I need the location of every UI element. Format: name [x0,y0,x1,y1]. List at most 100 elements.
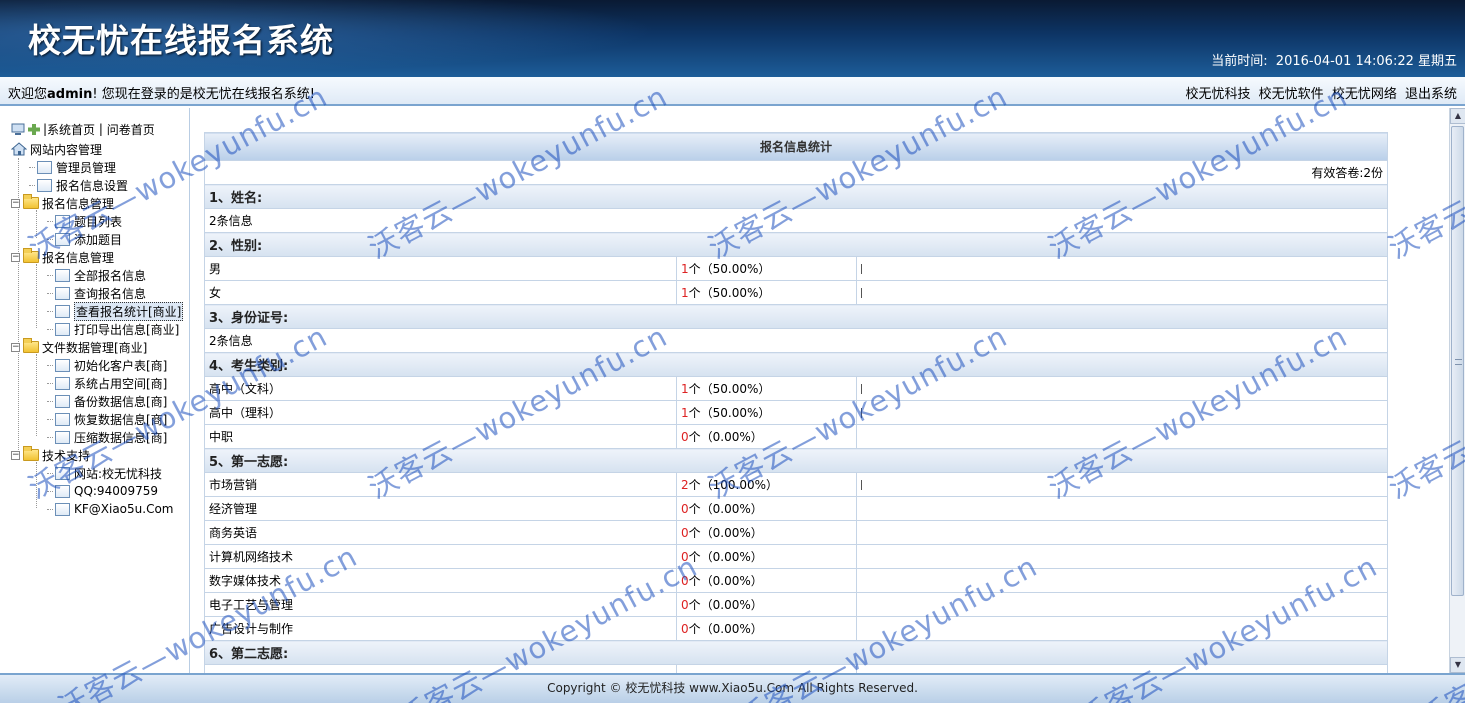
question-heading: 4、考生类别: [203,352,1389,377]
option-label: 市场营销 [204,472,677,497]
sidebar-item[interactable]: 系统占用空间[商] [47,374,167,392]
sidebar-item[interactable]: − 报名信息管理 [11,248,114,266]
tree-branch [47,328,53,330]
sidebar-item-label: 全部报名信息 [74,268,147,283]
collapse-toggle-icon[interactable]: − [11,252,20,262]
sidebar-item[interactable]: 压缩数据信息[商] [47,428,167,446]
tree-branch [47,490,53,492]
tree-line [36,462,37,508]
page-icon [55,322,70,336]
link-software[interactable]: 校无忧软件 [1259,87,1324,102]
sidebar-item-label: QQ:94009759 [74,484,159,498]
page-icon [55,430,70,444]
scroll-thumb[interactable] [1451,126,1464,596]
question-heading: 3、身份证号: [203,304,1389,329]
count-number: 0 [681,430,689,444]
percent-bar-cell [855,592,1389,617]
tree-line [36,354,37,436]
sidebar-item[interactable]: 网站内容管理 [11,140,102,158]
sidebar-item[interactable]: KF@Xiao5u.Com [47,500,174,518]
tree-branch [47,364,53,366]
count-percent: 个（0.00%） [688,526,763,540]
percent-bar-cell [855,496,1389,521]
option-label: 数字媒体技术 [204,568,677,593]
page-icon [55,286,70,300]
scroll-down-button[interactable]: ▼ [1450,657,1465,673]
welcome-prefix: 欢迎您 [8,87,48,102]
link-company[interactable]: 校无忧科技 [1186,87,1251,102]
tree-line [36,210,37,238]
collapse-toggle-icon[interactable]: − [11,198,20,208]
sidebar-item-label: KF@Xiao5u.Com [74,502,174,516]
tree-branch [47,382,53,384]
sidebar-item[interactable]: 打印导出信息[商业] [47,320,179,338]
vertical-scrollbar[interactable]: ▲ ▼ [1449,108,1465,673]
option-count: 0个（0.00%） [676,592,857,617]
count-percent: 个（50.00%） [688,286,771,300]
folder-icon [23,446,39,461]
count-number: 1 [681,406,689,420]
percent-bar-cell [855,472,1389,497]
table-row: 广告设计与制作 0个（0.00%） [204,616,1389,641]
sidebar-item[interactable]: 查询报名信息 [47,284,146,302]
sidebar-item[interactable]: 恢复数据信息[商] [47,410,167,428]
collapse-toggle-icon[interactable]: − [11,450,20,460]
percent-bar-cell [855,256,1389,281]
sidebar-item-label: 报名信息设置 [56,178,129,193]
app-title: 校无忧在线报名系统 [28,21,334,60]
sidebar-item[interactable]: − 报名信息管理 [11,194,114,212]
computer-icon [11,123,25,135]
page-icon [55,466,70,480]
tree-branch [47,400,53,402]
text-answer-count: 2条信息 [203,328,1389,353]
sidebar-item[interactable]: QQ:94009759 [47,482,158,500]
sidebar-item[interactable]: 网站:校无忧科技 [47,464,162,482]
count-percent: 个（100.00%） [688,478,779,492]
option-label: 高中（理科） [204,400,677,425]
welcome-message: 欢迎您admin! 您现在登录的是校无忧在线报名系统! [8,83,315,102]
link-system-home[interactable]: 系统首页 [47,121,95,138]
app-header: 校无忧在线报名系统 当前时间: 2016-04-01 14:06:22 星期五 [0,0,1465,77]
question-heading-row: 3、身份证号: [203,304,1389,329]
logout-link[interactable]: 退出系统 [1405,87,1457,102]
sidebar-item-label: 网站内容管理 [30,142,103,157]
empty-cell [855,664,1389,673]
sidebar-item[interactable]: 备份数据信息[商] [47,392,167,410]
table-row: 中职 0个（0.00%） [204,424,1389,449]
tree-branch [47,274,53,276]
count-percent: 个（50.00%） [688,262,771,276]
page-icon [37,160,52,174]
home-icon [11,142,27,156]
page-icon [55,394,70,408]
footer: Copyright © 校无忧科技 www.Xiao5u.Com All Rig… [0,673,1465,703]
folder-icon [23,338,39,353]
sidebar-item[interactable]: 报名信息设置 [29,176,128,194]
option-label: 经济管理 [204,496,677,521]
sidebar-item[interactable]: 全部报名信息 [47,266,146,284]
sidebar-item[interactable]: 题目列表 [47,212,122,230]
table-row: 商务英语 0个（0.00%） [204,520,1389,545]
sidebar-item[interactable]: 管理员管理 [29,158,116,176]
collapse-toggle-icon[interactable]: − [11,342,20,352]
option-count: 2个（100.00%） [676,472,857,497]
option-label: 广告设计与制作 [204,616,677,641]
tree-branch [47,220,53,222]
sidebar-item[interactable]: 添加题目 [47,230,122,248]
folder-icon [23,248,39,263]
link-survey-home[interactable]: 问卷首页 [107,121,155,138]
scroll-grip-icon [1455,359,1462,365]
count-percent: 个（0.00%） [688,550,763,564]
option-count: 0个（0.00%） [676,568,857,593]
sidebar-item[interactable]: − 文件数据管理[商业] [11,338,147,356]
current-time-value: 2016-04-01 14:06:22 星期五 [1275,54,1457,69]
scroll-up-button[interactable]: ▲ [1450,108,1465,124]
link-network[interactable]: 校无忧网络 [1332,87,1397,102]
table-row: 高中（文科） 1个（50.00%） [204,376,1389,401]
table-row: 经济管理 0个（0.00%） [204,496,1389,521]
sidebar-item[interactable]: − 技术支持 [11,446,90,464]
sidebar-item[interactable]: 初始化客户表[商] [47,356,167,374]
separator: | [95,122,107,136]
option-count: 1个（50.00%） [676,400,857,425]
sidebar-item[interactable]: 查看报名统计[商业] [47,301,184,321]
sidebar-item-label: 查询报名信息 [74,286,147,301]
